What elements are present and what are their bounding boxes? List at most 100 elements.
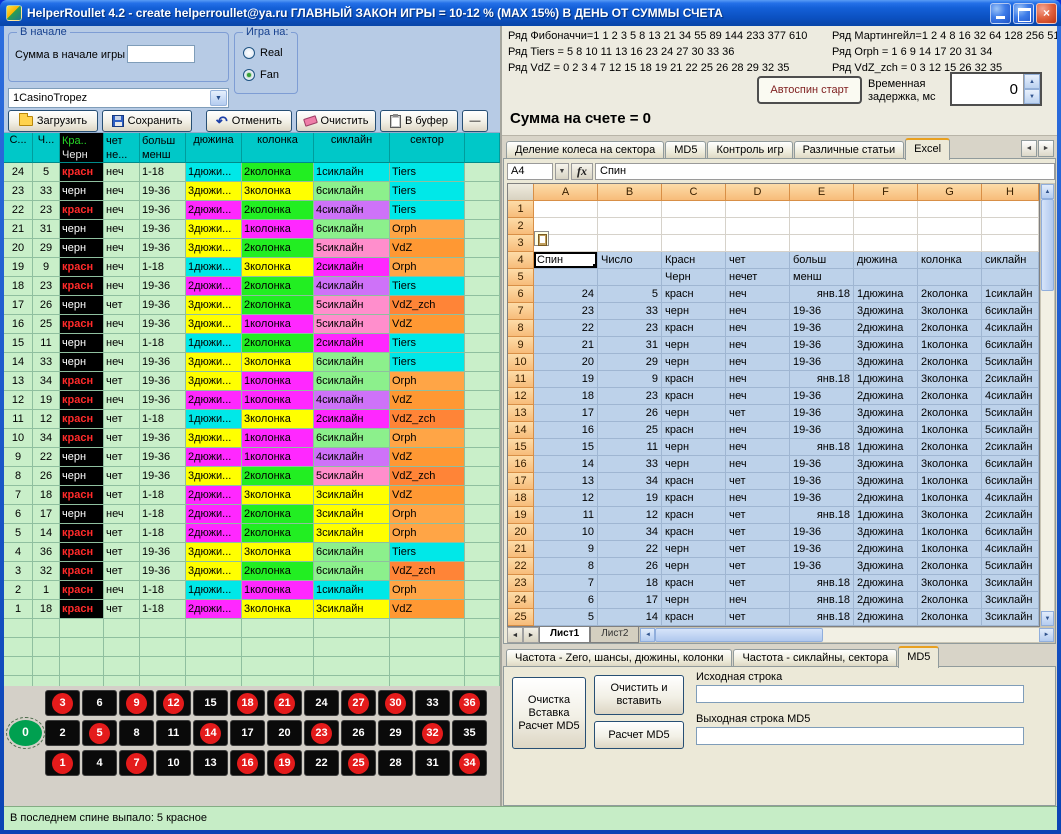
board-cell-1[interactable]: 1 [45,750,80,776]
cell-C18[interactable]: красн [662,490,726,507]
cell-A8[interactable]: 22 [534,320,598,337]
cell-A11[interactable]: 19 [534,371,598,388]
cell-G20[interactable]: 1колонка [918,524,982,541]
board-cell-23[interactable]: 23 [304,720,339,746]
row-header-20[interactable]: 20 [508,524,534,541]
cell-F12[interactable]: 2дюжина [854,388,918,405]
cell-B10[interactable]: 29 [598,354,662,371]
cell-A22[interactable]: 8 [534,558,598,575]
clear-button[interactable]: Очистить [296,110,376,132]
cell-A24[interactable]: 6 [534,592,598,609]
cell-G2[interactable] [918,218,982,235]
cell-A23[interactable]: 7 [534,575,598,592]
column-header-F[interactable]: F [854,184,918,201]
cell-B25[interactable]: 14 [598,609,662,626]
cell-A7[interactable]: 23 [534,303,598,320]
cell-F11[interactable]: 1дюжина [854,371,918,388]
column-header-B[interactable]: B [598,184,662,201]
cell-D21[interactable]: чет [726,541,790,558]
column-header-H[interactable]: H [982,184,1039,201]
cell-H23[interactable]: 3сиклайн [982,575,1039,592]
cell-D12[interactable]: неч [726,388,790,405]
cell-F3[interactable] [854,235,918,252]
cell-F18[interactable]: 2дюжина [854,490,918,507]
cell-G8[interactable]: 2колонка [918,320,982,337]
column-header-E[interactable]: E [790,184,854,201]
cell-A4[interactable]: Спин [534,252,598,269]
cell-D20[interactable]: чет [726,524,790,541]
cell-F2[interactable] [854,218,918,235]
cell-B12[interactable]: 23 [598,388,662,405]
row-header-14[interactable]: 14 [508,422,534,439]
cell-D17[interactable]: чет [726,473,790,490]
board-cell-32[interactable]: 32 [415,720,450,746]
board-cell-11[interactable]: 11 [156,720,191,746]
cell-F23[interactable]: 2дюжина [854,575,918,592]
delay-value[interactable]: 0 [952,74,1023,104]
cell-H5[interactable] [982,269,1039,286]
maximize-button[interactable] [1013,3,1034,24]
cell-D13[interactable]: чет [726,405,790,422]
column-header-A[interactable]: A [534,184,598,201]
board-cell-13[interactable]: 13 [193,750,228,776]
cell-A12[interactable]: 18 [534,388,598,405]
column-header-C[interactable]: C [662,184,726,201]
radio-real[interactable]: Real [243,47,283,59]
cell-G16[interactable]: 3колонка [918,456,982,473]
cell-E16[interactable]: 19-36 [790,456,854,473]
cell-H22[interactable]: 5сиклайн [982,558,1039,575]
board-cell-22[interactable]: 22 [304,750,339,776]
cell-D25[interactable]: чет [726,609,790,626]
cell-C8[interactable]: красн [662,320,726,337]
cell-D8[interactable]: неч [726,320,790,337]
cell-B2[interactable] [598,218,662,235]
cell-D19[interactable]: чет [726,507,790,524]
row-header-7[interactable]: 7 [508,303,534,320]
cell-B14[interactable]: 25 [598,422,662,439]
row-header-11[interactable]: 11 [508,371,534,388]
radio-fan-icon[interactable] [243,69,255,81]
cell-H1[interactable] [982,201,1039,218]
board-cell-29[interactable]: 29 [378,720,413,746]
cell-C13[interactable]: черн [662,405,726,422]
cell-A16[interactable]: 14 [534,456,598,473]
cell-H2[interactable] [982,218,1039,235]
row-header-22[interactable]: 22 [508,558,534,575]
bottom-tab-md5[interactable]: MD5 [898,646,939,668]
cell-A6[interactable]: 24 [534,286,598,303]
spin-down-button[interactable]: ▼ [1024,89,1040,104]
cell-F13[interactable]: 3дюжина [854,405,918,422]
sheet-nav-right-icon[interactable]: ► [523,627,539,643]
tab-excel[interactable]: Excel [905,138,950,160]
cell-F15[interactable]: 1дюжина [854,439,918,456]
cell-C24[interactable]: черн [662,592,726,609]
board-cell-16[interactable]: 16 [230,750,265,776]
cell-F24[interactable]: 2дюжина [854,592,918,609]
cell-F22[interactable]: 3дюжина [854,558,918,575]
cell-H10[interactable]: 5сиклайн [982,354,1039,371]
cell-D2[interactable] [726,218,790,235]
row-header-15[interactable]: 15 [508,439,534,456]
fx-button[interactable]: fx [571,163,593,180]
cell-C10[interactable]: черн [662,354,726,371]
board-cell-3[interactable]: 3 [45,690,80,716]
cell-E12[interactable]: 19-36 [790,388,854,405]
row-header-12[interactable]: 12 [508,388,534,405]
cell-G18[interactable]: 1колонка [918,490,982,507]
start-sum-input[interactable] [127,45,195,63]
cell-E25[interactable]: янв.18 [790,609,854,626]
board-cell-24[interactable]: 24 [304,690,339,716]
cell-G10[interactable]: 2колонка [918,354,982,371]
tab-scroll-right-icon[interactable]: ► [1038,140,1054,157]
cell-H25[interactable]: 3сиклайн [982,609,1039,626]
cell-G1[interactable] [918,201,982,218]
board-cell-9[interactable]: 9 [119,690,154,716]
cell-B9[interactable]: 31 [598,337,662,354]
cell-D1[interactable] [726,201,790,218]
cell-C20[interactable]: красн [662,524,726,541]
scroll-up-icon[interactable]: ▲ [1041,184,1054,199]
md5-clear-paste-calc-button[interactable]: Очистка Вставка Расчет MD5 [512,677,586,749]
h-scroll-thumb[interactable] [655,628,823,642]
cell-C1[interactable] [662,201,726,218]
scroll-down-icon[interactable]: ▼ [1041,611,1054,626]
